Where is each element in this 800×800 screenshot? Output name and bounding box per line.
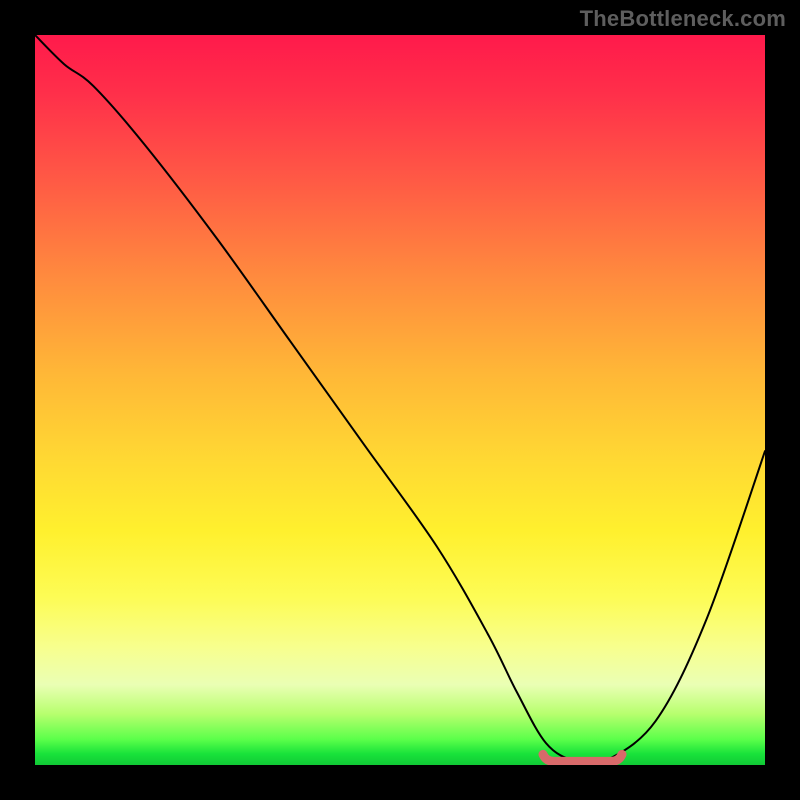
- curve-svg: [35, 35, 765, 765]
- valley-highlight: [543, 754, 622, 761]
- chart-frame: TheBottleneck.com: [0, 0, 800, 800]
- plot-area: [35, 35, 765, 765]
- bottleneck-curve: [35, 35, 765, 765]
- watermark-text: TheBottleneck.com: [580, 6, 786, 32]
